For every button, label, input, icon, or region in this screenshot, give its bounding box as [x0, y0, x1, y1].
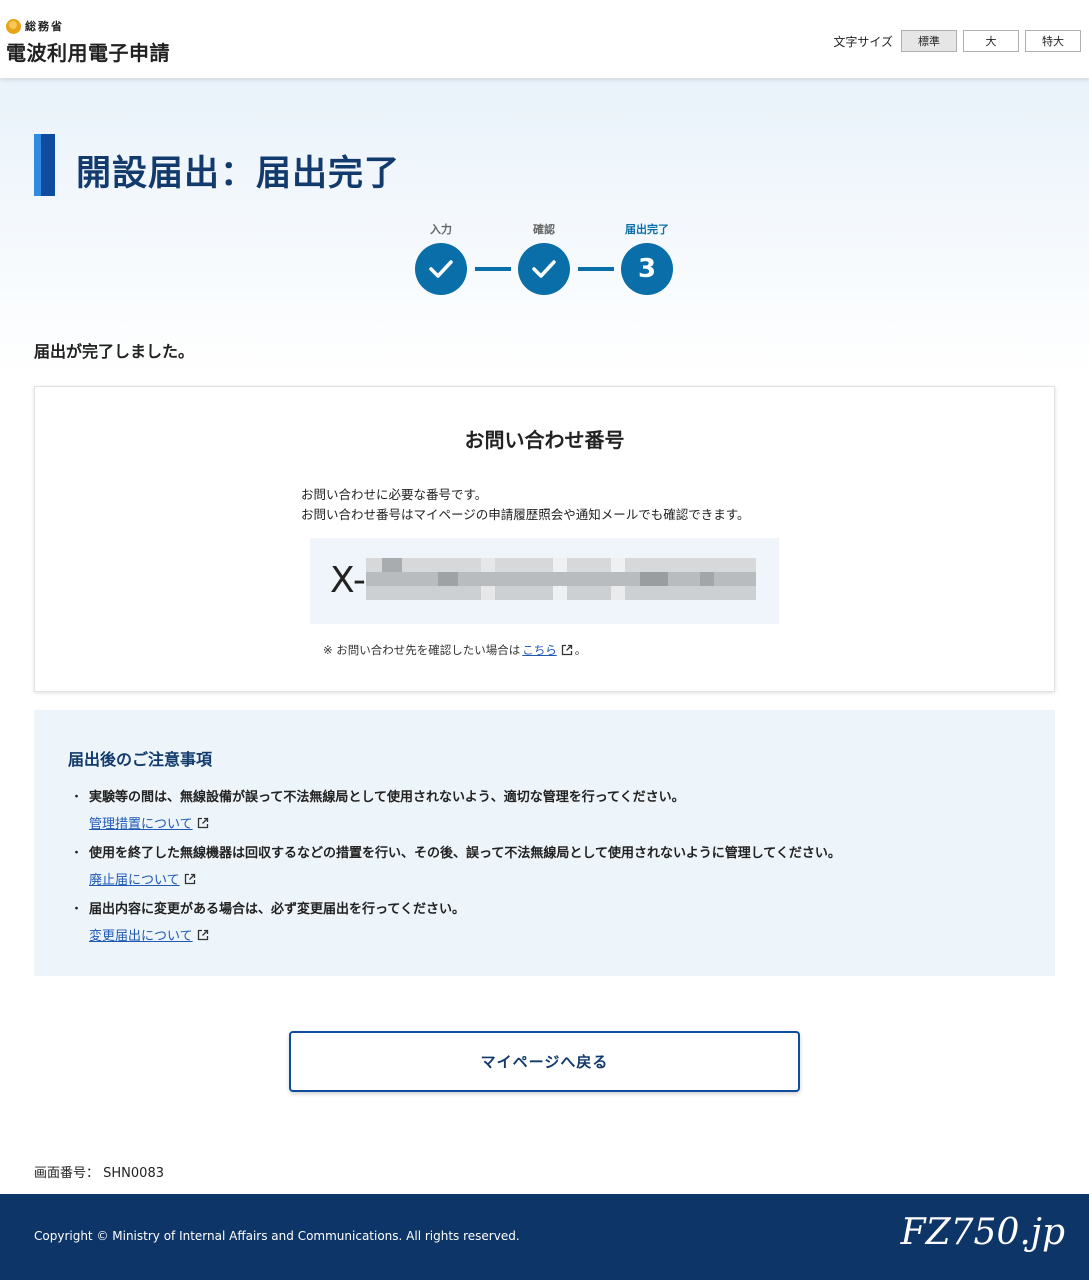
management-measures-link[interactable]: 管理措置について — [89, 813, 211, 832]
screen-id-label: 画面番号： — [34, 1166, 100, 1181]
check-icon — [429, 260, 453, 278]
notice-title: 届出後のご注意事項 — [68, 750, 213, 769]
inquiry-number-prefix: X- — [330, 560, 366, 601]
bullet-icon: ・ — [70, 902, 84, 917]
notice-item-3-link: 変更届出について — [89, 929, 193, 944]
inquiry-description-2: お問い合わせ番号はマイページの申請履歴照会や通知メールでも確認できます。 — [301, 507, 750, 522]
change-notice-link[interactable]: 変更届出について — [89, 925, 211, 944]
font-size-standard-button[interactable]: 標準 — [901, 30, 957, 52]
step-input-done — [415, 243, 467, 295]
font-size-xlarge-button[interactable]: 特大 — [1025, 30, 1081, 52]
screen-id-value: SHN0083 — [103, 1166, 164, 1181]
notice-item-2-link: 廃止届について — [89, 873, 180, 888]
notice-item-2-text: 使用を終了した無線機器は回収するなどの措置を行い、その後、誤って不法無線局として… — [89, 846, 841, 861]
ministry-name: 総務省 — [25, 20, 64, 33]
completion-message: 届出が完了しました。 — [34, 342, 195, 361]
inquiry-contact-note: ※ お問い合わせ先を確認したい場合は こちら 。 — [323, 642, 586, 658]
notice-item-3-text: 届出内容に変更がある場合は、必ず変更届出を行ってください。 — [89, 902, 465, 917]
page-title-accent — [34, 134, 55, 196]
contact-link[interactable]: こちら — [522, 642, 557, 658]
external-link-icon — [184, 873, 195, 884]
notice-item-1-link: 管理措置について — [89, 817, 193, 832]
inquiry-note-text: ※ お問い合わせ先を確認したい場合は — [323, 643, 521, 657]
screen-id: 画面番号： SHN0083 — [34, 1162, 164, 1181]
step-confirm-done — [518, 243, 570, 295]
font-size-label: 文字サイズ — [833, 34, 893, 49]
ministry-logo[interactable]: 総務省 — [6, 18, 64, 34]
site-title[interactable]: 電波利用電子申請 — [6, 37, 170, 66]
font-size-selector: 文字サイズ 標準 大 特大 — [833, 30, 1081, 52]
external-link-icon — [561, 644, 572, 656]
abolition-notice-link[interactable]: 廃止届について — [89, 869, 198, 888]
step-number: 3 — [637, 254, 657, 284]
step-label-input: 入力 — [430, 223, 452, 236]
inquiry-description-1: お問い合わせに必要な番号です。 — [301, 487, 488, 502]
check-icon — [532, 260, 556, 278]
copyright-text: Copyright © Ministry of Internal Affairs… — [34, 1229, 520, 1243]
external-link-icon — [197, 817, 208, 828]
return-to-mypage-button[interactable]: マイページへ戻る — [289, 1031, 800, 1092]
step-connector-2 — [578, 267, 614, 271]
inquiry-note-suffix: 。 — [574, 643, 587, 657]
external-link-icon — [197, 929, 208, 940]
step-label-complete: 届出完了 — [625, 223, 669, 236]
notice-item-1-text: 実験等の間は、無線設備が誤って不法無線局として使用されないよう、適切な管理を行っ… — [89, 790, 685, 805]
watermark-text: FZ750.jp — [900, 1212, 1065, 1253]
ministry-logo-icon — [6, 18, 21, 34]
step-label-confirm: 確認 — [533, 223, 555, 236]
inquiry-number-title: お問い合わせ番号 — [464, 428, 625, 452]
page-title: 開設届出：届出完了 — [76, 154, 401, 194]
font-size-large-button[interactable]: 大 — [963, 30, 1019, 52]
site-header: 総務省 電波利用電子申請 文字サイズ 標準 大 特大 — [0, 0, 1089, 78]
step-connector-1 — [475, 267, 511, 271]
bullet-icon: ・ — [70, 846, 84, 861]
bullet-icon: ・ — [70, 790, 84, 805]
step-complete-current: 3 — [621, 243, 673, 295]
